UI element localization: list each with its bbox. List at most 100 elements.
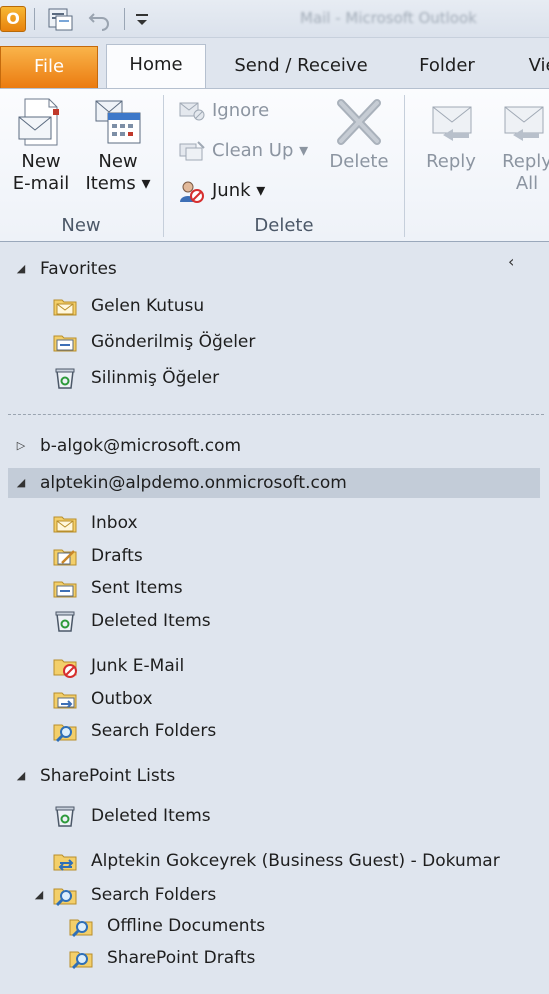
expand-triangle-icon[interactable]: ◢ <box>14 468 28 498</box>
reply-all-button[interactable]: Reply All <box>496 95 549 195</box>
folder-label: Deleted Items <box>91 611 211 631</box>
folder-item[interactable]: Sent Items <box>0 573 549 603</box>
folder-label: Outbox <box>91 689 153 709</box>
junk-icon <box>180 181 204 203</box>
deleted-items-icon <box>55 611 75 632</box>
new-email-button[interactable]: New E-mail <box>6 95 76 195</box>
folder-label: Drafts <box>91 546 143 566</box>
folder-label: Offline Documents <box>107 916 266 936</box>
group-label-delete: Delete <box>254 215 314 236</box>
send-receive-icon[interactable] <box>46 6 74 32</box>
toolbar-separator <box>124 8 125 30</box>
account-label: b-algok@microsoft.com <box>40 436 242 456</box>
inbox-folder-icon <box>53 299 77 316</box>
junk-label: Junk ▾ <box>212 180 266 201</box>
reply-button[interactable]: Reply <box>418 95 484 173</box>
group-separator <box>404 95 405 237</box>
outlook-logo-icon[interactable]: O <box>0 6 26 32</box>
folder-item[interactable]: Deleted Items <box>0 606 549 636</box>
tab-view[interactable]: View <box>520 46 549 88</box>
search-folder-icon <box>69 919 93 938</box>
undo-icon[interactable] <box>86 6 112 32</box>
toolbar-separator <box>34 8 35 30</box>
folder-item[interactable]: Silinmiş Öğeler <box>0 363 549 393</box>
outbox-folder-icon <box>53 692 77 709</box>
account-label: alptekin@alpdemo.onmicrosoft.com <box>40 473 347 493</box>
clean-up-icon <box>179 141 205 161</box>
section-divider <box>8 414 544 415</box>
expand-triangle-icon[interactable]: ◢ <box>32 880 46 910</box>
folder-item[interactable]: Junk E-Mail <box>0 651 549 681</box>
folder-label: Deleted Items <box>91 806 211 826</box>
folder-item[interactable]: Deleted Items <box>0 801 549 831</box>
reply-all-label-line1: Reply <box>502 151 549 172</box>
customize-toolbar-dropdown-icon[interactable] <box>132 6 152 32</box>
expand-triangle-icon[interactable]: ◢ <box>14 254 28 284</box>
account-header-selected[interactable]: ◢ alptekin@alpdemo.onmicrosoft.com <box>8 468 540 498</box>
folder-item[interactable]: Inbox <box>0 508 549 538</box>
folder-item[interactable]: Gelen Kutusu <box>0 291 549 321</box>
new-email-label-line2: E-mail <box>12 173 70 194</box>
tab-home[interactable]: Home <box>106 44 206 89</box>
folder-item[interactable]: Alptekin Gokceyrek (Business Guest) - Do… <box>0 846 549 876</box>
reply-all-label-line2: All <box>515 173 539 194</box>
ignore-label: Ignore <box>212 100 270 121</box>
search-folder-icon <box>53 888 77 907</box>
reply-label: Reply <box>426 151 476 172</box>
folder-label: Sent Items <box>91 578 183 598</box>
folder-item[interactable]: Outbox <box>0 684 549 714</box>
tab-send-receive[interactable]: Send / Receive <box>220 46 382 88</box>
delete-button[interactable]: Delete <box>326 95 392 173</box>
search-folder-icon <box>69 951 93 970</box>
sent-folder-icon <box>53 581 77 598</box>
folder-label: Junk E-Mail <box>91 656 185 676</box>
expand-triangle-icon[interactable]: ◢ <box>14 761 28 791</box>
new-items-button[interactable]: New Items ▾ <box>80 95 156 195</box>
folder-item[interactable]: SharePoint Drafts <box>0 943 549 973</box>
sharepoint-lists-header[interactable]: ◢ SharePoint Lists <box>0 761 549 791</box>
new-email-label-line1: New <box>21 151 61 172</box>
sharepoint-lists-label: SharePoint Lists <box>40 766 176 786</box>
folder-item[interactable]: ◢ Search Folders <box>0 880 549 910</box>
reply-icon <box>432 106 472 141</box>
folder-label: Alptekin Gokceyrek (Business Guest) - Do… <box>91 851 500 871</box>
folder-label: SharePoint Drafts <box>107 948 256 968</box>
folder-label: Inbox <box>91 513 138 533</box>
ribbon: New E-mail New Items ▾ New Ignore Clean … <box>0 88 549 242</box>
search-folder-icon <box>53 724 77 743</box>
ribbon-tabs: File Home Send / Receive Folder View <box>0 38 549 89</box>
group-label-new: New <box>61 215 101 236</box>
account-header[interactable]: ▷ b-algok@microsoft.com <box>0 431 549 461</box>
new-items-icon <box>95 100 141 144</box>
favorites-header[interactable]: ◢ Favorites <box>0 254 549 284</box>
junk-email-folder-icon <box>53 659 77 678</box>
collapsed-triangle-icon[interactable]: ▷ <box>14 431 28 461</box>
deleted-items-icon <box>55 368 75 389</box>
folder-label: Gelen Kutusu <box>91 296 205 316</box>
title-bar: O Mail - Microsoft Outlook <box>0 0 549 38</box>
folder-label: Search Folders <box>91 885 217 905</box>
navigation-pane: ‹ ◢ Favorites Gelen Kutusu Gönderilmiş Ö… <box>0 242 549 994</box>
reply-all-icon <box>504 106 544 141</box>
tab-file[interactable]: File <box>0 46 98 88</box>
folder-label: Search Folders <box>91 721 217 741</box>
sent-folder-icon <box>53 335 77 352</box>
window-title: Mail - Microsoft Outlook <box>300 9 477 27</box>
folder-label: Gönderilmiş Öğeler <box>91 332 256 352</box>
tab-folder[interactable]: Folder <box>402 46 492 88</box>
folder-item[interactable]: Gönderilmiş Öğeler <box>0 327 549 357</box>
inbox-folder-icon <box>53 516 77 533</box>
folder-item[interactable]: Drafts <box>0 541 549 571</box>
folder-item[interactable]: Search Folders <box>0 716 549 746</box>
sharepoint-sync-folder-icon <box>53 854 77 871</box>
clean-up-label: Clean Up ▾ <box>212 140 309 161</box>
drafts-folder-icon <box>53 549 77 566</box>
folder-item[interactable]: Offline Documents <box>0 911 549 941</box>
new-items-label-line2: Items ▾ <box>85 173 151 194</box>
deleted-items-icon <box>55 806 75 827</box>
delete-x-icon <box>337 99 381 145</box>
favorites-label: Favorites <box>40 259 117 279</box>
new-items-label-line1: New <box>98 151 138 172</box>
folder-label: Silinmiş Öğeler <box>91 368 220 388</box>
new-email-icon <box>18 98 59 146</box>
